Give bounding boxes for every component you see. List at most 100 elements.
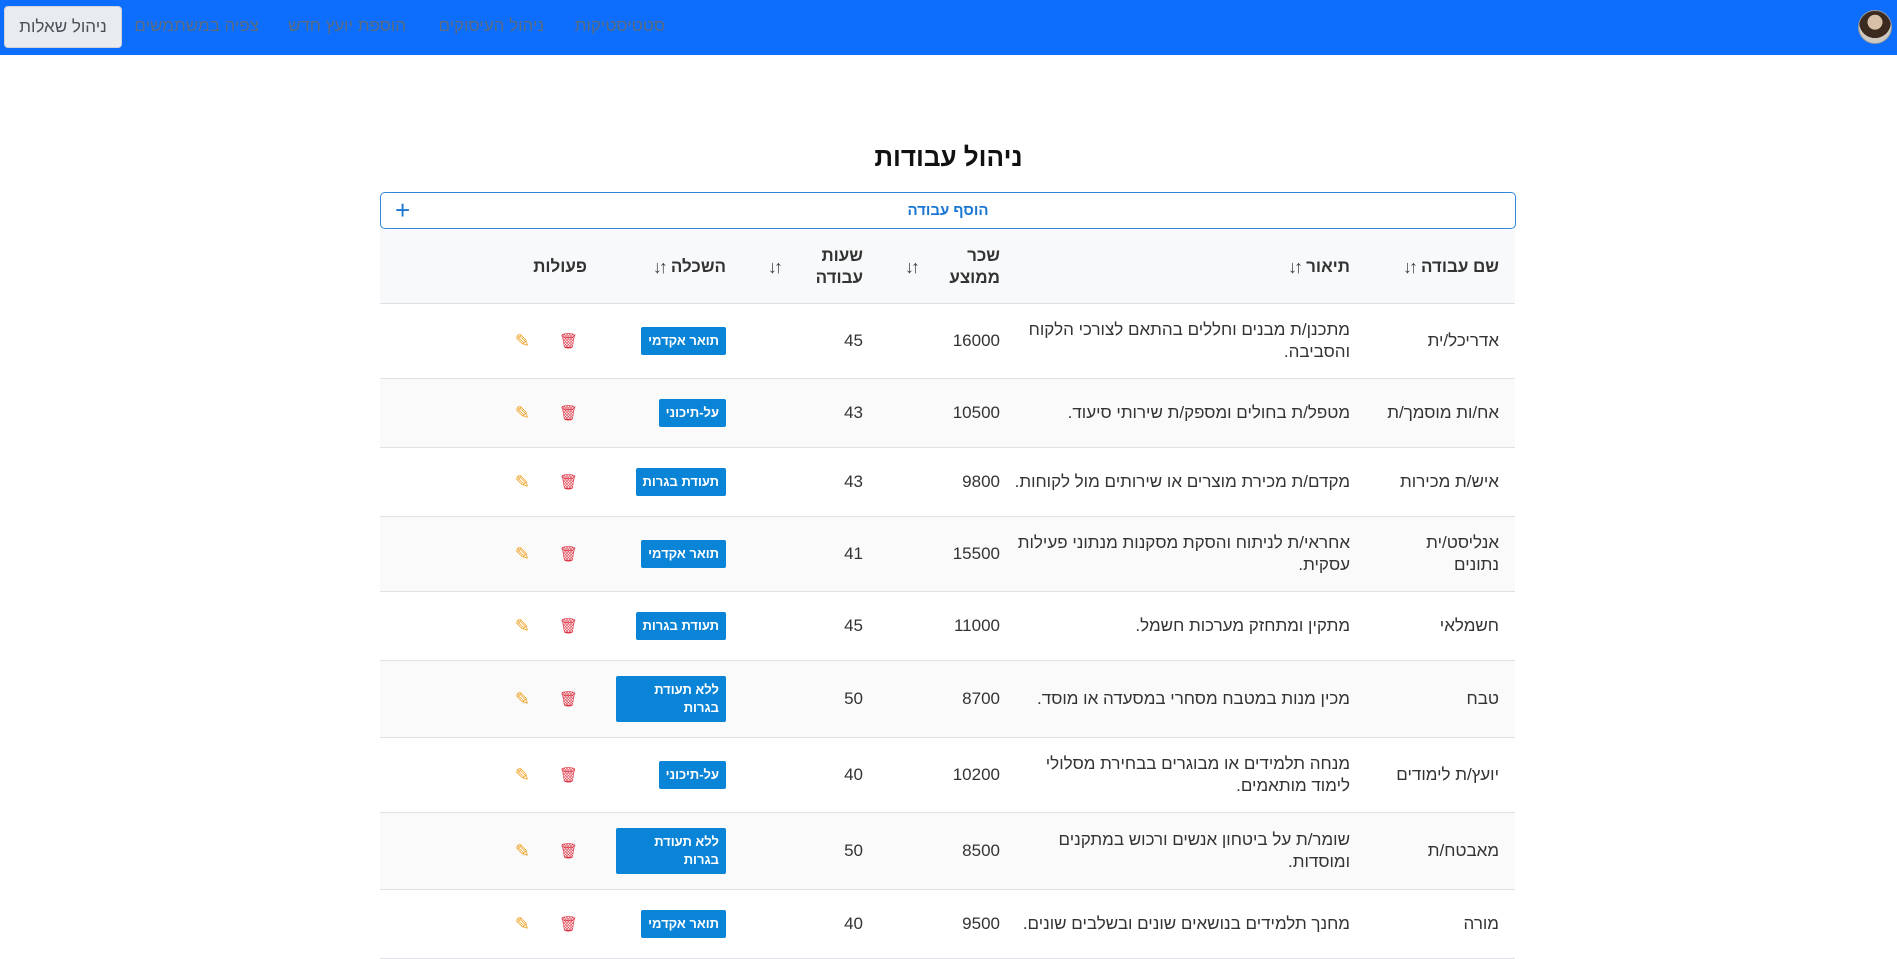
nav-manage-occupations-link[interactable]: ניהול העיסוקים (438, 16, 544, 36)
edit-button[interactable]: ✎ (515, 304, 530, 378)
delete-button[interactable]: 🗑 (559, 890, 578, 958)
nav-view-users-link[interactable]: צפיה במשתמשים (134, 16, 259, 36)
education-badge: ללא תעודת בגרות (616, 828, 726, 874)
add-job-label: הוסף עבודה (907, 202, 989, 219)
trash-icon: 🗑 (558, 546, 578, 563)
delete-button[interactable]: 🗑 (559, 738, 578, 812)
job-name-cell: חשמלאי (1439, 616, 1499, 635)
header-hours[interactable]: שעות עבודה ↑↓ (768, 230, 863, 304)
add-job-button[interactable]: הוסף עבודה + (380, 192, 1516, 229)
header-education[interactable]: השכלה ↑↓ (653, 230, 726, 304)
job-salary-cell: 10500 (952, 403, 1000, 422)
edit-button[interactable]: ✎ (515, 661, 530, 737)
job-description-cell: מתקין ומתחזק מערכות חשמל. (1135, 616, 1350, 635)
job-name-cell: אנליסט/ית נתונים (1426, 533, 1499, 574)
job-hours-cell: 43 (844, 403, 863, 422)
edit-button[interactable]: ✎ (515, 813, 530, 889)
edit-button[interactable]: ✎ (515, 517, 530, 591)
pencil-icon: ✎ (514, 471, 530, 492)
pencil-icon: ✎ (514, 402, 530, 423)
delete-button[interactable]: 🗑 (559, 813, 578, 889)
header-name-label: שם עבודה (1420, 257, 1499, 276)
education-cell: ללא תעודת בגרות (616, 813, 726, 889)
job-name-cell: אח/ות מוסמך/ת (1387, 403, 1499, 422)
education-badge: תואר אקדמי (641, 327, 726, 355)
header-salary[interactable]: שכר ממוצע ↑↓ (905, 230, 1000, 304)
job-description-cell: מחנך תלמידים בנושאים שונים ובשלבים שונים… (1022, 914, 1350, 933)
job-salary-cell: 8700 (962, 689, 1000, 708)
header-education-label: השכלה (670, 257, 726, 276)
header-hours-label: שעות עבודה (815, 246, 863, 287)
education-badge: על-תיכוני (658, 761, 726, 789)
job-salary-cell: 9500 (962, 914, 1000, 933)
sort-icon[interactable]: ↑↓ (653, 257, 668, 278)
delete-button[interactable]: 🗑 (559, 661, 578, 737)
delete-button[interactable]: 🗑 (559, 304, 578, 378)
table-header: שם עבודה ↑↓ תיאור ↑↓ שכר ממוצע ↑↓ שעות ע… (380, 230, 1515, 304)
trash-icon: 🗑 (558, 405, 578, 422)
job-hours-cell: 40 (844, 765, 863, 784)
edit-button[interactable]: ✎ (515, 890, 530, 958)
job-description-cell: שומר/ת על ביטחון אנשים ורכוש במתקנים ומו… (1058, 830, 1350, 871)
nav-add-advisor-link[interactable]: הוספת יועץ חדש (288, 16, 406, 36)
pencil-icon: ✎ (514, 330, 530, 351)
delete-button[interactable]: 🗑 (559, 592, 578, 660)
job-hours-cell: 45 (844, 616, 863, 635)
pencil-icon: ✎ (514, 840, 530, 861)
job-salary-cell: 11000 (953, 616, 1000, 635)
job-description-cell: מקדם/ת מכירת מוצרים או שירותים מול לקוחו… (1014, 472, 1350, 491)
edit-button[interactable]: ✎ (515, 738, 530, 812)
job-name-cell: טבח (1466, 689, 1499, 708)
job-description-cell: אחראי/ת לניתוח והסקת מסקנות מנתוני פעילו… (1017, 533, 1350, 574)
job-name-cell: מורה (1463, 914, 1499, 933)
trash-icon: 🗑 (558, 843, 578, 860)
trash-icon: 🗑 (558, 767, 578, 784)
table-row: אנליסט/ית נתונים אחראי/ת לניתוח והסקת מסק… (380, 517, 1515, 592)
header-description[interactable]: תיאור ↑↓ (1288, 230, 1350, 304)
pencil-icon: ✎ (514, 615, 530, 636)
pencil-icon: ✎ (514, 913, 530, 934)
education-badge: תואר אקדמי (641, 910, 726, 938)
nav-statistics-link[interactable]: סטטיסטיקות (575, 16, 665, 36)
pencil-icon: ✎ (514, 543, 530, 564)
delete-button[interactable]: 🗑 (559, 448, 578, 516)
sort-icon[interactable]: ↑↓ (1288, 257, 1303, 278)
table-row: אח/ות מוסמך/ת מטפל/ת בחולים ומספק/ת שירות… (380, 379, 1515, 448)
edit-button[interactable]: ✎ (515, 592, 530, 660)
edit-button[interactable]: ✎ (515, 379, 530, 447)
edit-button[interactable]: ✎ (515, 448, 530, 516)
sort-icon[interactable]: ↑↓ (905, 257, 920, 278)
education-cell: על-תיכוני (616, 379, 726, 447)
job-description-cell: מכין מנות במטבח מסחרי במסעדה או מוסד. (1037, 689, 1350, 708)
header-actions: פעולות (533, 230, 587, 304)
header-name[interactable]: שם עבודה ↑↓ (1403, 230, 1499, 304)
header-actions-label: פעולות (533, 257, 587, 276)
nav-manage-questions-button[interactable]: ניהול שאלות (4, 6, 122, 48)
trash-icon: 🗑 (558, 916, 578, 933)
trash-icon: 🗑 (558, 333, 578, 350)
job-salary-cell: 8500 (962, 841, 1000, 860)
education-badge: ללא תעודת בגרות (616, 676, 726, 722)
user-avatar[interactable] (1858, 10, 1892, 44)
table-row: טבח מכין מנות במטבח מסחרי במסעדה או מוסד.… (380, 661, 1515, 738)
sort-icon[interactable]: ↑↓ (768, 257, 783, 278)
education-cell: תעודת בגרות (616, 592, 726, 660)
jobs-table: שם עבודה ↑↓ תיאור ↑↓ שכר ממוצע ↑↓ שעות ע… (380, 230, 1515, 959)
education-badge: על-תיכוני (658, 399, 726, 427)
top-navbar: ניהול שאלות צפיה במשתמשים הוספת יועץ חדש… (0, 0, 1897, 55)
delete-button[interactable]: 🗑 (559, 517, 578, 591)
job-hours-cell: 50 (844, 841, 863, 860)
job-description-cell: מתכנן/ת מבנים וחללים בהתאם לצורכי הלקוח … (1028, 320, 1350, 361)
table-row: מורה מחנך תלמידים בנושאים שונים ובשלבים ש… (380, 890, 1515, 959)
job-hours-cell: 43 (844, 472, 863, 491)
job-hours-cell: 40 (844, 914, 863, 933)
education-cell: תואר אקדמי (616, 304, 726, 378)
trash-icon: 🗑 (558, 691, 578, 708)
job-salary-cell: 16000 (952, 331, 1000, 350)
header-description-label: תיאור (1306, 257, 1350, 276)
table-row: יועץ/ת לימודים מנחה תלמידים או מבוגרים בב… (380, 738, 1515, 813)
delete-button[interactable]: 🗑 (559, 379, 578, 447)
sort-icon[interactable]: ↑↓ (1403, 257, 1418, 278)
job-name-cell: יועץ/ת לימודים (1396, 765, 1499, 784)
job-description-cell: מנחה תלמידים או מבוגרים בבחירת מסלולי לי… (1045, 754, 1350, 795)
